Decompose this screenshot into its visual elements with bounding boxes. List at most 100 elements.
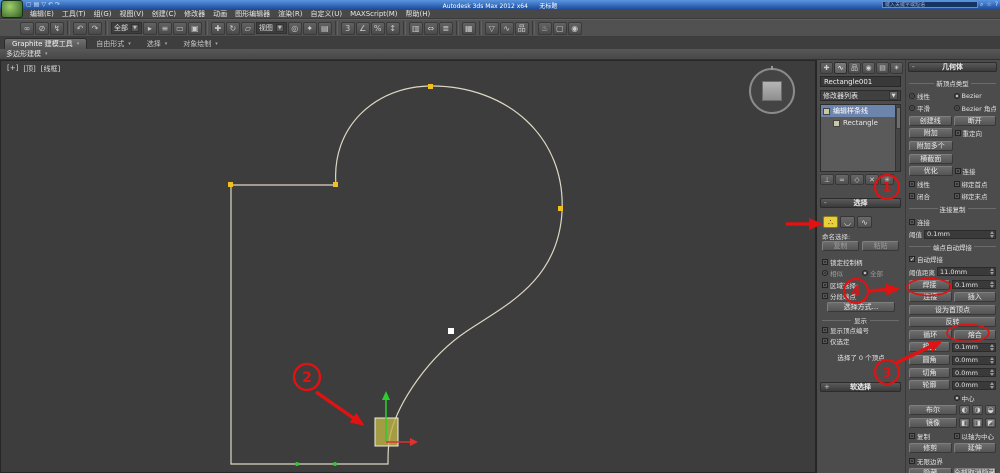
geometry-button[interactable]: 附加多个 — [909, 141, 953, 151]
geometry-button[interactable]: 全部取消隐藏 — [954, 468, 997, 473]
spinner-down-icon[interactable] — [990, 348, 994, 351]
lock-handles-checkbox[interactable]: 锁定控制柄 — [822, 257, 899, 267]
segment-mode-icon[interactable]: ◡ — [840, 216, 855, 228]
geometry-button[interactable]: 插入 — [954, 292, 997, 302]
menu-item[interactable]: 自定义(U) — [306, 9, 346, 19]
align-icon[interactable]: ≣ — [439, 22, 453, 35]
stack-scrollbar[interactable] — [895, 105, 900, 171]
angle-snap-icon[interactable]: ∠ — [356, 22, 370, 35]
mirror-both-icon[interactable]: ◩ — [985, 418, 996, 428]
ribbon-tab[interactable]: 选择▾ — [140, 38, 175, 49]
geometry-button[interactable]: 隐藏 — [909, 468, 952, 473]
curve-editor-icon[interactable]: ∿ — [500, 22, 514, 35]
spinner-field[interactable]: 0.1mm — [924, 230, 996, 239]
stack-row[interactable]: Rectangle — [821, 117, 900, 129]
pin-stack-icon[interactable]: ⊥ — [820, 174, 834, 185]
stack-row[interactable]: 编辑样条线 — [821, 105, 900, 117]
geometry-button[interactable]: 相交 — [909, 342, 950, 352]
geometry-radio[interactable]: 线性 — [909, 91, 952, 101]
geometry-button[interactable]: 布尔 — [909, 405, 957, 415]
unlink-selection-icon[interactable]: ⊘ — [35, 22, 49, 35]
schematic-view-icon[interactable]: 品 — [515, 22, 529, 35]
motion-tab-icon[interactable]: ◉ — [862, 62, 875, 74]
geometry-button[interactable]: 修剪 — [909, 443, 952, 453]
utilities-tab-icon[interactable]: ✶ — [890, 62, 903, 74]
geometry-radio[interactable]: Bezier — [954, 92, 997, 100]
spinner-snap-icon[interactable]: ↕ — [386, 22, 400, 35]
geometry-checkbox[interactable]: ✓自动焊接 — [909, 254, 952, 264]
spinner-field[interactable]: 0.0mm — [952, 368, 996, 377]
object-name-field[interactable]: Rectangle001 — [820, 76, 901, 87]
remove-modifier-icon[interactable]: ✕ — [865, 174, 879, 185]
make-unique-icon[interactable]: ◇ — [850, 174, 864, 185]
spinner-up-icon[interactable] — [990, 344, 994, 347]
viewport-menu-plus[interactable]: [+] — [7, 64, 18, 74]
spinner-arrows[interactable] — [989, 369, 994, 376]
geometry-checkbox[interactable]: 连接 — [955, 166, 997, 176]
spinner-arrows[interactable] — [989, 357, 994, 364]
vertex-mode-icon[interactable]: ∴ — [823, 216, 838, 228]
spline-mode-icon[interactable]: ∿ — [857, 216, 872, 228]
spinner-up-icon[interactable] — [990, 357, 994, 360]
geometry-checkbox[interactable]: 绑定首点 — [954, 179, 997, 189]
geometry-checkbox[interactable]: 绑定末点 — [954, 191, 997, 201]
geometry-button[interactable]: 优化 — [909, 166, 953, 176]
ribbon-tab[interactable]: 对象绘制▾ — [176, 38, 225, 49]
weld-threshold-field[interactable]: 0.1mm — [952, 280, 996, 289]
spinner-field[interactable]: 0.0mm — [952, 381, 996, 390]
viewcube[interactable] — [749, 68, 795, 114]
graphite-toggle-icon[interactable]: ▽ — [485, 22, 499, 35]
spinner-down-icon[interactable] — [990, 386, 994, 389]
geometry-button[interactable]: 附加 — [909, 128, 953, 138]
menu-item[interactable]: 视图(V) — [116, 9, 148, 19]
spinner-arrows[interactable] — [989, 344, 994, 351]
geometry-button[interactable]: 延伸 — [954, 443, 997, 453]
modify-tab-icon[interactable]: ∿ — [834, 62, 847, 74]
geometry-checkbox[interactable]: 闭合 — [909, 191, 952, 201]
geometry-button[interactable]: 横截面 — [909, 154, 953, 164]
geometry-checkbox[interactable]: 复制 — [909, 431, 952, 441]
layer-manager-icon[interactable]: ▦ — [462, 22, 476, 35]
select-manipulate-icon[interactable]: ✦ — [303, 22, 317, 35]
select-object-icon[interactable]: ▸ — [143, 22, 157, 35]
spinner-field[interactable]: 11.0mm — [937, 267, 996, 276]
boolean-union-icon[interactable]: ◐ — [959, 405, 970, 415]
create-tab-icon[interactable]: ✚ — [820, 62, 833, 74]
viewport-top[interactable]: [+] [顶] [线框] — [0, 60, 816, 473]
mirror-h-icon[interactable]: ◧ — [959, 418, 970, 428]
spinner-arrows[interactable] — [989, 382, 994, 389]
geometry-checkbox[interactable]: 重定向 — [955, 128, 997, 138]
select-by-button[interactable]: 选择方式... — [827, 302, 895, 312]
spinner-down-icon[interactable] — [990, 235, 994, 238]
window-crossing-icon[interactable]: ▣ — [188, 22, 202, 35]
geometry-button[interactable]: 轮廓 — [909, 380, 950, 390]
show-vertex-numbers-checkbox[interactable]: 显示顶点编号 — [822, 325, 899, 335]
similar-radio[interactable]: 相似 — [822, 268, 859, 278]
redo-icon[interactable]: ↷ — [88, 22, 102, 35]
display-tab-icon[interactable]: ▤ — [876, 62, 889, 74]
spinner-up-icon[interactable] — [990, 281, 994, 284]
menu-item[interactable]: 修改器 — [180, 9, 209, 19]
spinner-down-icon[interactable] — [990, 285, 994, 288]
geometry-radio[interactable]: 平滑 — [909, 103, 952, 113]
geometry-rollout-header[interactable]: - 几何体 — [908, 62, 997, 72]
named-selection-sets-icon[interactable]: ▥ — [409, 22, 423, 35]
menu-item[interactable]: 帮助(H) — [402, 9, 435, 19]
spinner-field[interactable]: 0.0mm — [952, 356, 996, 365]
select-and-link-icon[interactable]: ∞ — [20, 22, 34, 35]
select-rotate-icon[interactable]: ↻ — [226, 22, 240, 35]
area-selection-checkbox[interactable]: 区域选择: — [822, 280, 899, 290]
application-menu-button[interactable] — [1, 0, 23, 18]
geometry-checkbox[interactable]: 以轴为中心 — [954, 431, 997, 441]
menu-item[interactable]: 图形编辑器 — [231, 9, 274, 19]
mirror-v-icon[interactable]: ◨ — [972, 418, 983, 428]
segment-end-checkbox[interactable]: 分段端点 — [822, 291, 899, 301]
menu-item[interactable]: MAXScript(M) — [346, 10, 401, 18]
geometry-checkbox[interactable]: 连接 — [909, 217, 952, 227]
geometry-button[interactable]: 创建线 — [909, 116, 952, 126]
spinner-up-icon[interactable] — [990, 268, 994, 271]
geometry-button[interactable]: 设为首顶点 — [909, 305, 996, 315]
favorites-star-icon[interactable]: ☆ — [986, 1, 991, 9]
bind-to-space-warp-icon[interactable]: ↯ — [50, 22, 64, 35]
reference-coordinate-dropdown[interactable]: 视图▼ — [256, 22, 287, 34]
